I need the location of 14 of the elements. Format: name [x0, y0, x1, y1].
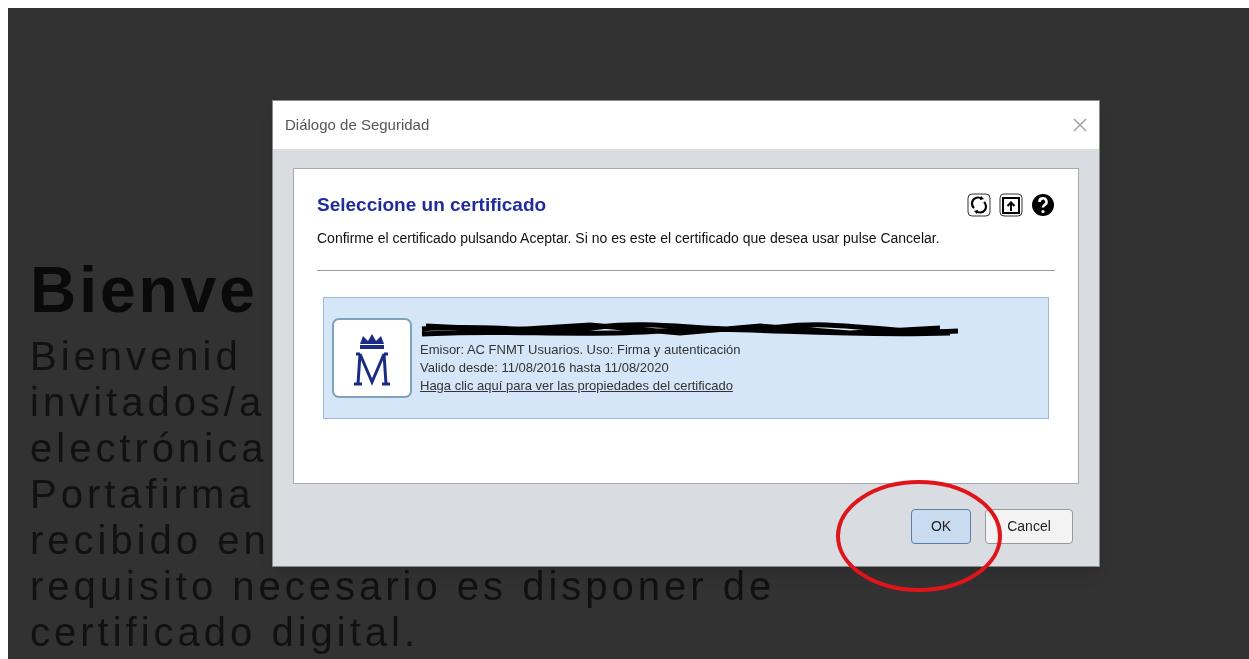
properties-link[interactable]: Haga clic aquí para ver las propiedades del certificado — [420, 376, 733, 395]
export-icon[interactable] — [999, 193, 1023, 218]
dialog-heading: Seleccione un certificado — [317, 193, 547, 217]
close-icon[interactable] — [1073, 118, 1087, 132]
dialog-message: Confirme el certificado pulsando Aceptar. Si no es este el certificado que desea usar pulse Cancelar. — [317, 228, 941, 248]
cancel-button[interactable]: Cancel — [985, 509, 1073, 544]
ok-button[interactable]: OK — [911, 509, 971, 544]
issuer-text: Emisor: AC FNMT Usuarios. Uso: Firma y autenticación — [420, 340, 742, 359]
crown-m-logo-icon — [332, 317, 412, 398]
window-title: Diálogo de Seguridad — [285, 114, 430, 135]
certificate-item[interactable]: Emisor: AC FNMT Usuarios. Uso: Firma y autenticación Valido desde: 11/08/2016 hasta 11/08/2020 Haga clic aquí para ver las propiedades del certificado — [323, 296, 1049, 419]
help-icon[interactable] — [1031, 193, 1055, 218]
validity-text: Valido desde: 11/08/2016 hasta 11/08/2020 — [420, 358, 670, 377]
refresh-icon[interactable] — [967, 193, 991, 218]
